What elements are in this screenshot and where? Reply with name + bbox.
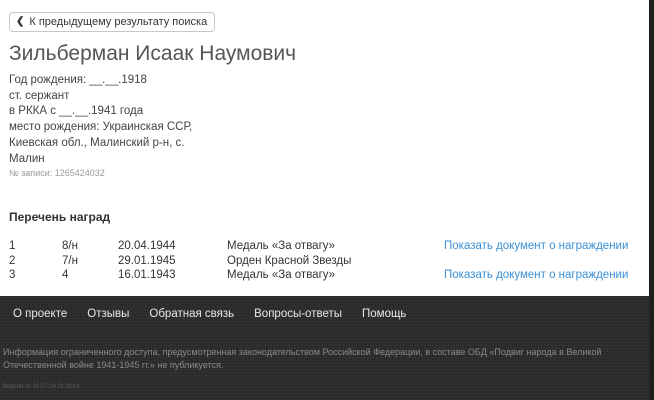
- footer-nav: О проекте Отзывы Обратная связь Вопросы-…: [13, 308, 426, 320]
- person-info: Год рождения: __.__.1918 ст. сержант в Р…: [9, 73, 209, 167]
- award-row: 3 4 16.01.1943 Медаль «За отвагу» Показа…: [9, 269, 629, 284]
- chevron-left-icon: ❮: [16, 16, 25, 27]
- award-code: 8/н: [62, 240, 78, 252]
- footer-link-feedback[interactable]: Обратная связь: [149, 308, 234, 320]
- birthplace-line-2: Киевская обл., Малинский р-н, с.: [9, 136, 185, 149]
- award-name: Медаль «За отвагу»: [227, 269, 336, 281]
- footer-link-about[interactable]: О проекте: [13, 308, 67, 320]
- award-name: Орден Красной Звезды: [227, 254, 352, 267]
- footer-version: Версия от 16.07.16.01.2014: [3, 384, 80, 390]
- show-award-document-link[interactable]: Показать документ о награждении: [444, 240, 628, 252]
- award-date: 29.01.1945: [118, 254, 176, 267]
- footer: О проекте Отзывы Обратная связь Вопросы-…: [0, 296, 649, 400]
- birthplace-line-1: место рождения: Украинская ССР,: [9, 121, 193, 134]
- record-number: № записи: 1265424032: [9, 168, 105, 178]
- rank: ст. сержант: [9, 89, 70, 102]
- footer-link-faq[interactable]: Вопросы-ответы: [254, 308, 342, 320]
- award-number: 1: [9, 240, 16, 252]
- person-name: Зильберман Исаак Наумович: [9, 42, 297, 65]
- scrollbar[interactable]: [649, 0, 654, 400]
- show-award-document-link[interactable]: Показать документ о награждении: [444, 269, 628, 281]
- service-start: в РККА с __.__.1941 года: [9, 105, 144, 118]
- award-code: 4: [62, 269, 69, 281]
- award-row: 2 7/н 29.01.1945 Орден Красной Звезды: [9, 255, 629, 270]
- birthplace-line-3: Малин: [9, 152, 45, 165]
- award-code: 7/н: [62, 254, 78, 267]
- award-number: 3: [9, 269, 16, 281]
- footer-notice: Информация ограниченного доступа, предус…: [3, 347, 602, 370]
- footer-link-reviews[interactable]: Отзывы: [87, 308, 129, 320]
- back-button-label: К предыдущему результату поиска: [29, 16, 208, 28]
- award-name: Медаль «За отвагу»: [227, 240, 336, 252]
- award-date: 20.04.1944: [118, 240, 176, 252]
- award-number: 2: [9, 254, 16, 267]
- birth-year: Год рождения: __.__.1918: [9, 74, 147, 86]
- back-to-results-button[interactable]: ❮ К предыдущему результату поиска: [9, 12, 216, 32]
- award-date: 16.01.1943: [118, 269, 176, 281]
- award-row: 1 8/н 20.04.1944 Медаль «За отвагу» Пока…: [9, 240, 629, 255]
- footer-link-help[interactable]: Помощь: [362, 308, 406, 320]
- awards-title: Перечень наград: [9, 210, 111, 224]
- awards-table: 1 8/н 20.04.1944 Медаль «За отвагу» Пока…: [9, 240, 629, 284]
